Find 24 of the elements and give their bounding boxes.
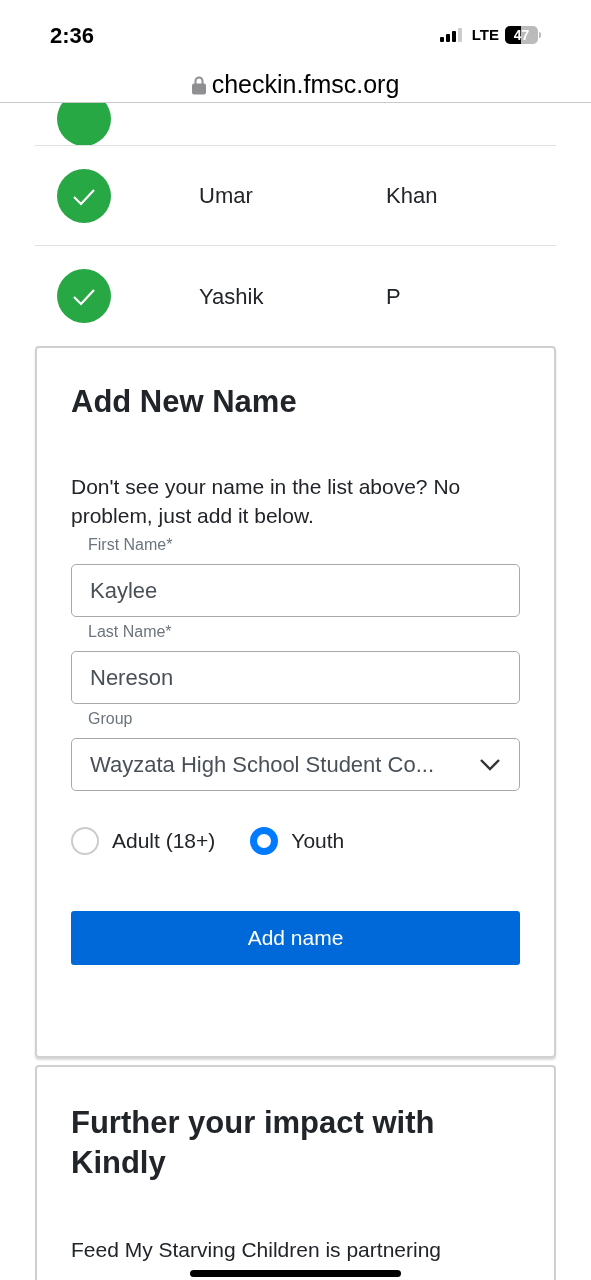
network-label: LTE: [471, 24, 499, 45]
lock-icon: [191, 75, 206, 95]
url-text[interactable]: checkin.fmsc.org: [211, 66, 400, 104]
field-label: First Name*: [88, 535, 174, 555]
card-title: Further your impact with Kindly: [71, 1104, 436, 1182]
text-input[interactable]: Kaylee: [71, 564, 520, 617]
body-text: Feed My Starving Children is partnering: [71, 1237, 442, 1263]
first-name: Umar: [199, 182, 254, 210]
radio-button[interactable]: [250, 826, 279, 855]
radio-label: Adult (18+): [112, 828, 216, 854]
radio-button[interactable]: [71, 826, 99, 855]
field-label: Group: [88, 709, 134, 729]
description-text: Don't see your name in the list above? No problem, just add it below.: [71, 474, 462, 529]
card-title: Add New Name: [71, 383, 298, 421]
group-dropdown[interactable]: Wayzata High School Student Co...: [71, 738, 520, 791]
field-label: Last Name*: [88, 622, 173, 642]
radio-label: Youth: [291, 828, 345, 854]
first-name: Yashik: [199, 282, 265, 311]
chevron-down-icon: [479, 757, 501, 772]
last-name: Khan: [386, 182, 438, 210]
add-name-button[interactable]: Add name: [71, 910, 520, 965]
status-time: 2:36: [50, 21, 95, 50]
text-input[interactable]: Nereson: [71, 651, 520, 704]
last-name: P: [386, 282, 401, 311]
